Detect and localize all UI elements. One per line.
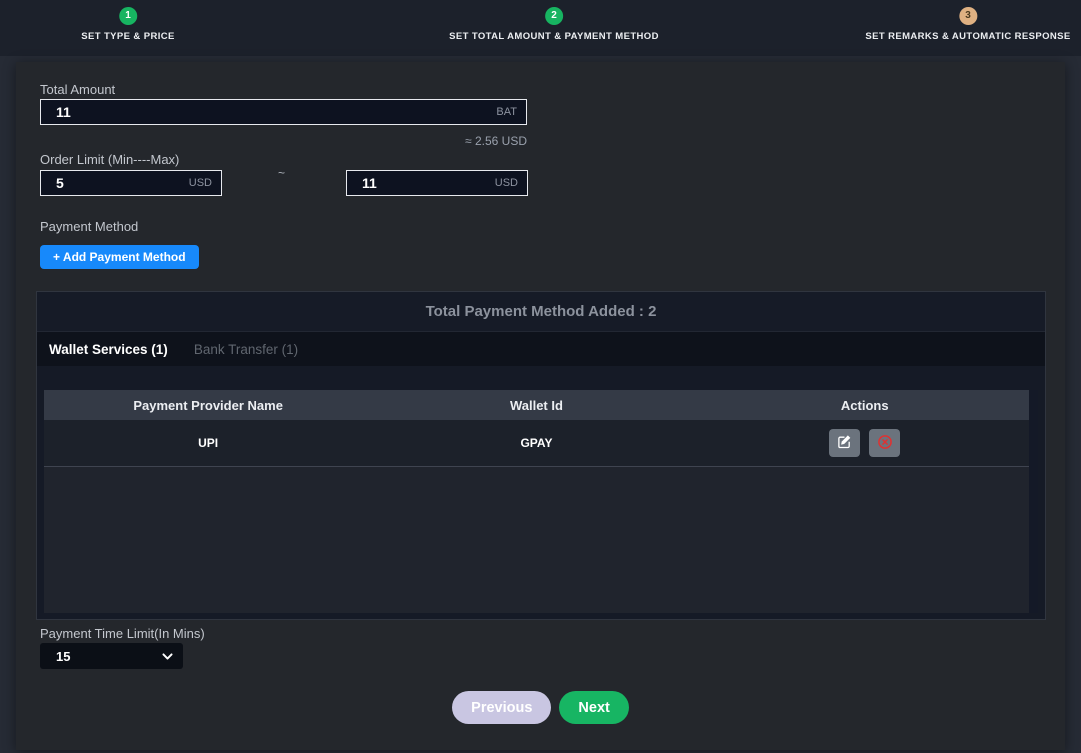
delete-circle-x-icon	[877, 434, 893, 453]
cell-provider-name: UPI	[44, 436, 372, 450]
add-payment-method-button[interactable]: + Add Payment Method	[40, 245, 199, 269]
order-limit-separator: ~	[278, 166, 285, 180]
col-header-provider: Payment Provider Name	[44, 398, 372, 413]
total-amount-input[interactable]	[41, 100, 526, 124]
edit-icon	[837, 434, 852, 452]
step-3-label: SET REMARKS & AUTOMATIC RESPONSE	[865, 31, 1070, 42]
previous-button[interactable]: Previous	[452, 691, 551, 724]
order-limit-max-field-wrap: USD	[346, 170, 528, 196]
next-button[interactable]: Next	[559, 691, 628, 724]
step-1[interactable]: 1 SET TYPE & PRICE	[81, 7, 175, 42]
step-1-number-badge: 1	[119, 7, 137, 25]
cell-actions	[701, 429, 1029, 457]
step-3[interactable]: 3 SET REMARKS & AUTOMATIC RESPONSE	[865, 7, 1070, 42]
tab-bank-transfer[interactable]: Bank Transfer (1)	[194, 342, 298, 357]
approx-usd-value: ≈ 2.56 USD	[40, 134, 527, 148]
payment-methods-panel-title: Total Payment Method Added : 2	[37, 292, 1045, 332]
order-limit-label: Order Limit (Min----Max)	[40, 152, 179, 167]
order-limit-min-field-wrap: USD	[40, 170, 222, 196]
edit-payment-method-button[interactable]	[829, 429, 860, 457]
table-vertical-scrollbar[interactable]	[1029, 390, 1038, 613]
step-2-number-badge: 2	[545, 7, 563, 25]
payment-methods-panel: Total Payment Method Added : 2 Wallet Se…	[36, 291, 1046, 620]
step-2-label: SET TOTAL AMOUNT & PAYMENT METHOD	[449, 31, 659, 42]
total-amount-label: Total Amount	[40, 82, 115, 97]
table-row: UPI GPAY	[44, 420, 1029, 467]
delete-payment-method-button[interactable]	[869, 429, 900, 457]
wizard-navigation: Previous Next	[16, 691, 1065, 724]
payment-time-limit-label: Payment Time Limit(In Mins)	[40, 626, 205, 641]
wizard-stepper: 1 SET TYPE & PRICE 2 SET TOTAL AMOUNT & …	[0, 0, 1081, 56]
cell-wallet-id: GPAY	[372, 436, 700, 450]
tab-wallet-services[interactable]: Wallet Services (1)	[49, 342, 168, 357]
payment-method-tabs: Wallet Services (1) Bank Transfer (1)	[37, 332, 1045, 366]
payment-method-label: Payment Method	[40, 219, 138, 234]
col-header-actions: Actions	[701, 398, 1029, 413]
order-limit-max-input[interactable]	[347, 171, 527, 195]
payment-time-limit-value: 15	[40, 649, 70, 664]
col-header-wallet-id: Wallet Id	[372, 398, 700, 413]
step-1-label: SET TYPE & PRICE	[81, 31, 175, 42]
total-amount-field-wrap: BAT	[40, 99, 527, 125]
step-3-number-badge: 3	[959, 7, 977, 25]
table-header-row: Payment Provider Name Wallet Id Actions	[44, 390, 1029, 420]
payment-methods-panel-body: Payment Provider Name Wallet Id Actions …	[37, 366, 1045, 619]
payment-time-limit-select[interactable]: 15	[40, 643, 183, 669]
chevron-down-icon	[161, 650, 174, 668]
payment-methods-table: Payment Provider Name Wallet Id Actions …	[44, 390, 1038, 613]
step-2[interactable]: 2 SET TOTAL AMOUNT & PAYMENT METHOD	[449, 7, 659, 42]
order-limit-min-input[interactable]	[41, 171, 221, 195]
ad-setup-card: Total Amount BAT ≈ 2.56 USD Order Limit …	[16, 62, 1065, 750]
